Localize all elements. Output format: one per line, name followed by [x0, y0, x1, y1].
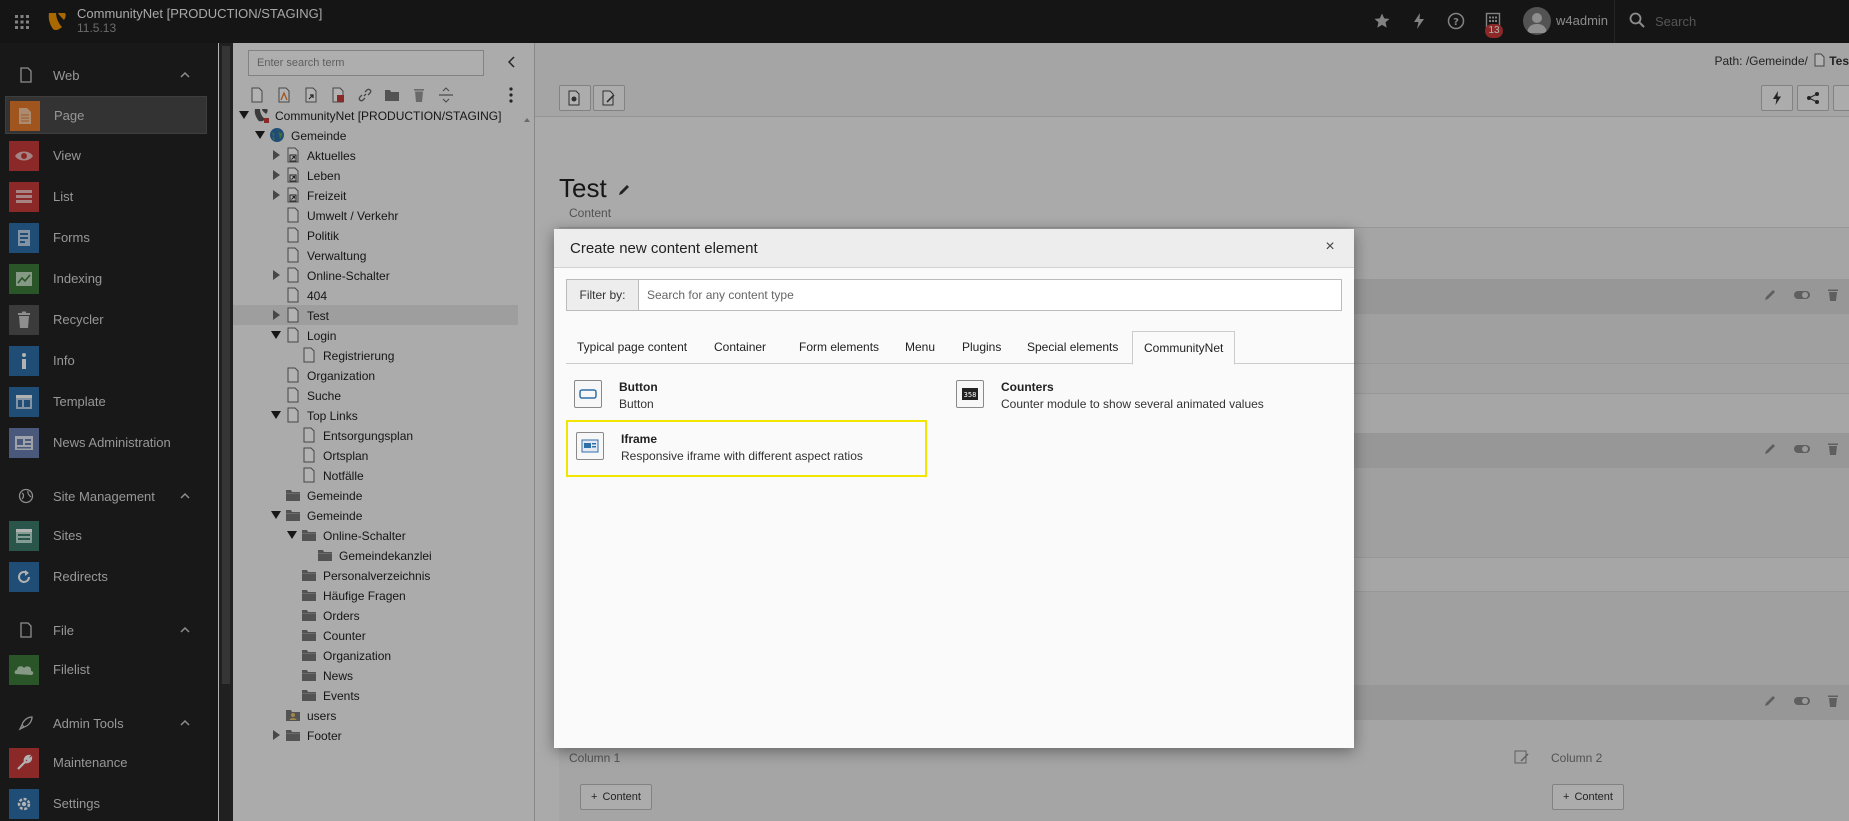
tab-special-elements[interactable]: Special elements [1016, 331, 1129, 364]
content-element-name: Button [619, 380, 658, 394]
content-element-iframe[interactable]: Iframe Responsive iframe with different … [566, 420, 927, 477]
iframe-icon [576, 432, 604, 460]
tab-communitynet[interactable]: CommunityNet [1132, 331, 1236, 365]
filter-group: Filter by: [566, 279, 1342, 311]
button-icon [574, 380, 602, 408]
create-content-element-modal: Create new content element × Filter by: … [554, 229, 1354, 748]
close-icon[interactable]: × [1322, 239, 1338, 255]
content-element-description: Responsive iframe with different aspect … [621, 449, 863, 463]
svg-text:358: 358 [964, 391, 977, 399]
modal-header: Create new content element × [554, 229, 1354, 268]
content-element-description: Button [619, 397, 654, 411]
content-element-name: Iframe [621, 432, 658, 446]
filter-label: Filter by: [567, 280, 639, 310]
tab-typical-page-content[interactable]: Typical page content [566, 331, 698, 364]
content-type-tabs: Typical page content Container Form elem… [566, 331, 1354, 365]
tab-container[interactable]: Container [703, 331, 777, 364]
tab-plugins[interactable]: Plugins [951, 331, 1012, 364]
content-element-button[interactable]: Button Button [566, 370, 926, 426]
content-element-description: Counter module to show several animated … [1001, 397, 1264, 411]
counter-icon: 358 [956, 380, 984, 408]
content-element-counters[interactable]: 358 Counters Counter module to show seve… [948, 370, 1308, 426]
tab-menu[interactable]: Menu [894, 331, 946, 364]
filter-search-input[interactable] [647, 285, 1327, 305]
modal-title: Create new content element [570, 240, 758, 257]
content-element-name: Counters [1001, 380, 1054, 394]
tab-form-elements[interactable]: Form elements [788, 331, 890, 364]
